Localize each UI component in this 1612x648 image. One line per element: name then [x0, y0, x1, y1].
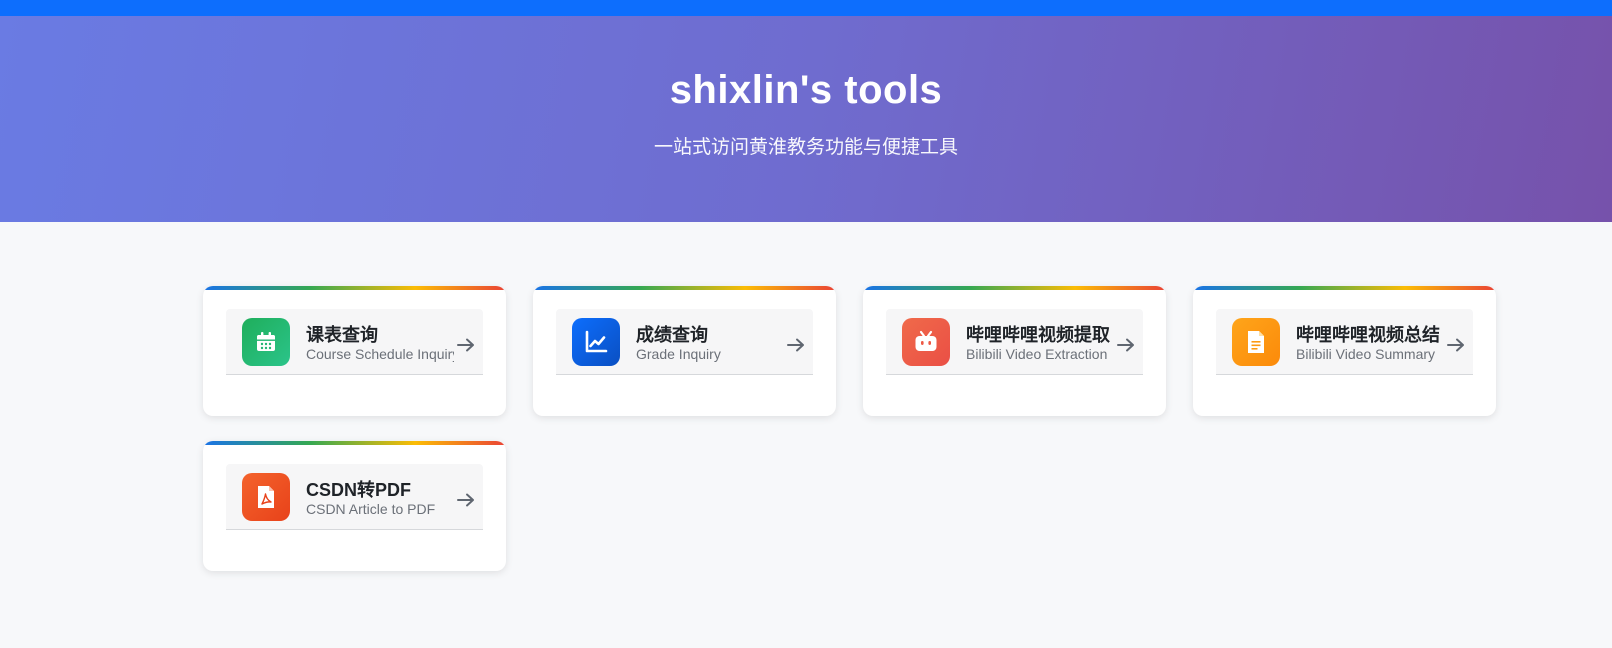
tool-title: 成绩查询: [636, 325, 708, 345]
card-accent-stripe: [203, 286, 506, 290]
hero-header: shixlin's tools 一站式访问黄淮教务功能与便捷工具: [0, 16, 1612, 222]
document-icon: [1232, 318, 1280, 366]
tool-subtitle: Bilibili Video Extraction: [966, 346, 1108, 362]
calendar-icon: [242, 318, 290, 366]
card-accent-stripe: [1193, 286, 1496, 290]
card-accent-stripe: [863, 286, 1166, 290]
tool-title: 哔哩哔哩视频总结: [1296, 325, 1440, 345]
page-title: shixlin's tools: [669, 68, 943, 112]
card-accent-stripe: [533, 286, 836, 290]
tool-link-bilibili-extract[interactable]: 哔哩哔哩视频提取 Bilibili Video Extraction: [886, 309, 1143, 375]
tool-link-bilibili-summary[interactable]: 哔哩哔哩视频总结 Bilibili Video Summary: [1216, 309, 1473, 375]
pdf-icon: [242, 473, 290, 521]
tool-link-csdn-pdf[interactable]: CSDN转PDF CSDN Article to PDF: [226, 464, 483, 530]
tool-card-bilibili-extract: 哔哩哔哩视频提取 Bilibili Video Extraction: [863, 286, 1166, 416]
tool-link-grade[interactable]: 成绩查询 Grade Inquiry: [556, 309, 813, 375]
arrow-right-icon: [787, 338, 804, 352]
tool-card-course-schedule: 课表查询 Course Schedule Inquiry: [203, 286, 506, 416]
tool-title: CSDN转PDF: [306, 480, 412, 500]
tool-title: 课表查询: [306, 325, 378, 345]
card-accent-stripe: [203, 441, 506, 445]
tool-card-csdn-pdf: CSDN转PDF CSDN Article to PDF: [203, 441, 506, 571]
tool-subtitle: Grade Inquiry: [636, 346, 721, 362]
tool-card-bilibili-summary: 哔哩哔哩视频总结 Bilibili Video Summary: [1193, 286, 1496, 416]
arrow-right-icon: [1447, 338, 1464, 352]
chart-line-icon: [572, 318, 620, 366]
bilibili-icon: [902, 318, 950, 366]
tool-subtitle: Bilibili Video Summary: [1296, 346, 1436, 362]
tool-subtitle: Course Schedule Inquiry: [306, 346, 454, 362]
arrow-right-icon: [1117, 338, 1134, 352]
tool-card-grade: 成绩查询 Grade Inquiry: [533, 286, 836, 416]
page-subtitle: 一站式访问黄淮教务功能与便捷工具: [653, 137, 958, 158]
tool-title: 哔哩哔哩视频提取: [966, 325, 1110, 345]
top-bar: [0, 0, 1612, 16]
arrow-right-icon: [457, 338, 474, 352]
tool-subtitle: CSDN Article to PDF: [306, 501, 436, 517]
arrow-right-icon: [457, 493, 474, 507]
tool-link-course-schedule[interactable]: 课表查询 Course Schedule Inquiry: [226, 309, 483, 375]
